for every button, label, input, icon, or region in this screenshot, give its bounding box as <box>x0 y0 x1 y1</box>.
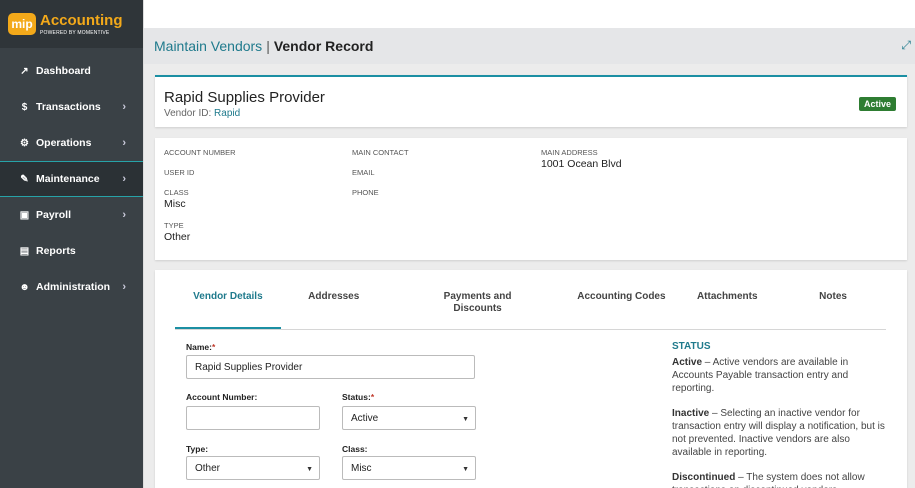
tab-vendor-details[interactable]: Vendor Details <box>175 291 281 329</box>
logo-title: Accounting <box>40 11 123 29</box>
sidebar-item-label: Transactions <box>36 101 101 113</box>
status-help-active: Active – Active vendors are available in… <box>672 357 849 394</box>
chevron-right-icon: › <box>122 209 126 221</box>
chevron-right-icon: › <box>122 101 126 113</box>
chart-line-icon: ↗ <box>20 65 29 77</box>
chevron-right-icon: › <box>122 281 126 293</box>
sidebar-item-label: Operations <box>36 137 92 149</box>
tab-attachments[interactable]: Attachments <box>674 291 780 329</box>
name-input[interactable]: Rapid Supplies Provider <box>186 355 475 379</box>
required-mark: * <box>211 342 216 352</box>
class-label: Class: <box>342 444 368 454</box>
type-select-value: Other <box>195 462 221 474</box>
vendor-id: Vendor ID: Rapid <box>164 108 240 119</box>
name-label: Name:* <box>186 342 216 352</box>
page-header: Maintain Vendors | Vendor Record ⤢ <box>144 28 915 64</box>
main-address-value: 1001 Ocean Blvd <box>541 158 622 170</box>
vendor-id-label: Vendor ID: <box>164 108 212 119</box>
email-label: EMAIL <box>352 168 375 177</box>
vendor-id-link[interactable]: Rapid <box>214 108 240 119</box>
money-icon: ▣ <box>19 209 30 221</box>
tab-payments-discounts[interactable]: Payments and Discounts <box>387 291 569 329</box>
tab-notes[interactable]: Notes <box>780 291 886 329</box>
dollar-icon: $ <box>21 101 28 113</box>
app-logo[interactable]: mip Accounting POWERED BY MOMENTIVE <box>0 0 143 48</box>
sidebar-item-maintenance[interactable]: ✎ Maintenance › <box>0 161 143 197</box>
account-number-input[interactable] <box>186 406 320 430</box>
tab-addresses[interactable]: Addresses <box>281 291 387 329</box>
account-number-label: ACCOUNT NUMBER <box>164 148 236 157</box>
class-select[interactable]: Misc ▼ <box>342 456 476 480</box>
sidebar: mip Accounting POWERED BY MOMENTIVE ↗ Da… <box>0 0 143 488</box>
breadcrumb-separator: | <box>266 38 270 54</box>
status-select-value: Active <box>351 412 379 424</box>
class-select-value: Misc <box>351 462 372 474</box>
chevron-right-icon: › <box>122 173 126 185</box>
logo-subtitle: POWERED BY MOMENTIVE <box>40 29 110 36</box>
vendor-name: Rapid Supplies Provider <box>164 89 325 106</box>
status-label: Status:* <box>342 392 375 402</box>
status-help-title: STATUS <box>672 341 711 352</box>
class-value: Misc <box>164 198 186 210</box>
user-id-label: USER ID <box>164 168 195 177</box>
type-value: Other <box>164 231 191 243</box>
account-number-label: Account Number: <box>186 392 258 402</box>
status-select[interactable]: Active ▼ <box>342 406 476 430</box>
vendor-info-card: ACCOUNT NUMBER USER ID CLASS Misc TYPE O… <box>155 138 907 260</box>
main-address-label: MAIN ADDRESS <box>541 148 598 157</box>
breadcrumb-maintain-vendors[interactable]: Maintain Vendors <box>154 38 262 54</box>
vendor-details-card: Vendor Details Addresses Payments and Di… <box>155 270 907 488</box>
vendor-summary-card: Rapid Supplies Provider Vendor ID: Rapid… <box>155 75 907 127</box>
type-label: Type: <box>186 444 209 454</box>
sidebar-nav: ↗ Dashboard $ Transactions › ⚙ Operation… <box>0 48 143 305</box>
main-content: Maintain Vendors | Vendor Record ⤢ Rapid… <box>143 0 915 488</box>
caret-down-icon: ▼ <box>462 466 469 473</box>
type-select[interactable]: Other ▼ <box>186 456 320 480</box>
wrench-icon: ✎ <box>20 173 29 185</box>
sidebar-item-label: Reports <box>36 245 76 257</box>
status-help-discontinued: Discontinued – The system does not allow… <box>672 472 865 488</box>
sidebar-item-operations[interactable]: ⚙ Operations › <box>0 125 143 161</box>
caret-down-icon: ▼ <box>462 416 469 423</box>
sidebar-item-administration[interactable]: ☻ Administration › <box>0 269 143 305</box>
sidebar-item-payroll[interactable]: ▣ Payroll › <box>0 197 143 233</box>
tab-bar: Vendor Details Addresses Payments and Di… <box>175 291 886 330</box>
caret-down-icon: ▼ <box>306 466 313 473</box>
phone-label: PHONE <box>352 188 379 197</box>
required-mark: * <box>370 392 375 402</box>
logo-badge: mip <box>8 13 36 35</box>
class-label: CLASS <box>164 188 189 197</box>
sidebar-item-label: Administration <box>36 281 111 293</box>
type-label: TYPE <box>164 221 184 230</box>
status-badge: Active <box>858 97 896 111</box>
chevron-right-icon: › <box>122 137 126 149</box>
tab-accounting-codes[interactable]: Accounting Codes <box>568 291 674 329</box>
sidebar-item-label: Payroll <box>36 209 72 221</box>
sidebar-item-label: Maintenance <box>36 173 100 185</box>
sidebar-item-transactions[interactable]: $ Transactions › <box>0 89 143 125</box>
status-help-inactive: Inactive – Selecting an inactive vendor … <box>672 408 885 458</box>
document-icon: ▤ <box>19 245 30 257</box>
gears-icon: ⚙ <box>20 137 29 149</box>
users-icon: ☻ <box>19 281 30 293</box>
expand-icon[interactable]: ⤢ <box>901 38 911 53</box>
page-title: Vendor Record <box>273 38 374 54</box>
main-contact-label: MAIN CONTACT <box>352 148 409 157</box>
sidebar-item-dashboard[interactable]: ↗ Dashboard <box>0 53 143 89</box>
top-bar <box>144 0 915 28</box>
sidebar-item-label: Dashboard <box>36 65 91 77</box>
sidebar-item-reports[interactable]: ▤ Reports <box>0 233 143 269</box>
status-help: STATUS Active – Active vendors are avail… <box>672 340 888 488</box>
